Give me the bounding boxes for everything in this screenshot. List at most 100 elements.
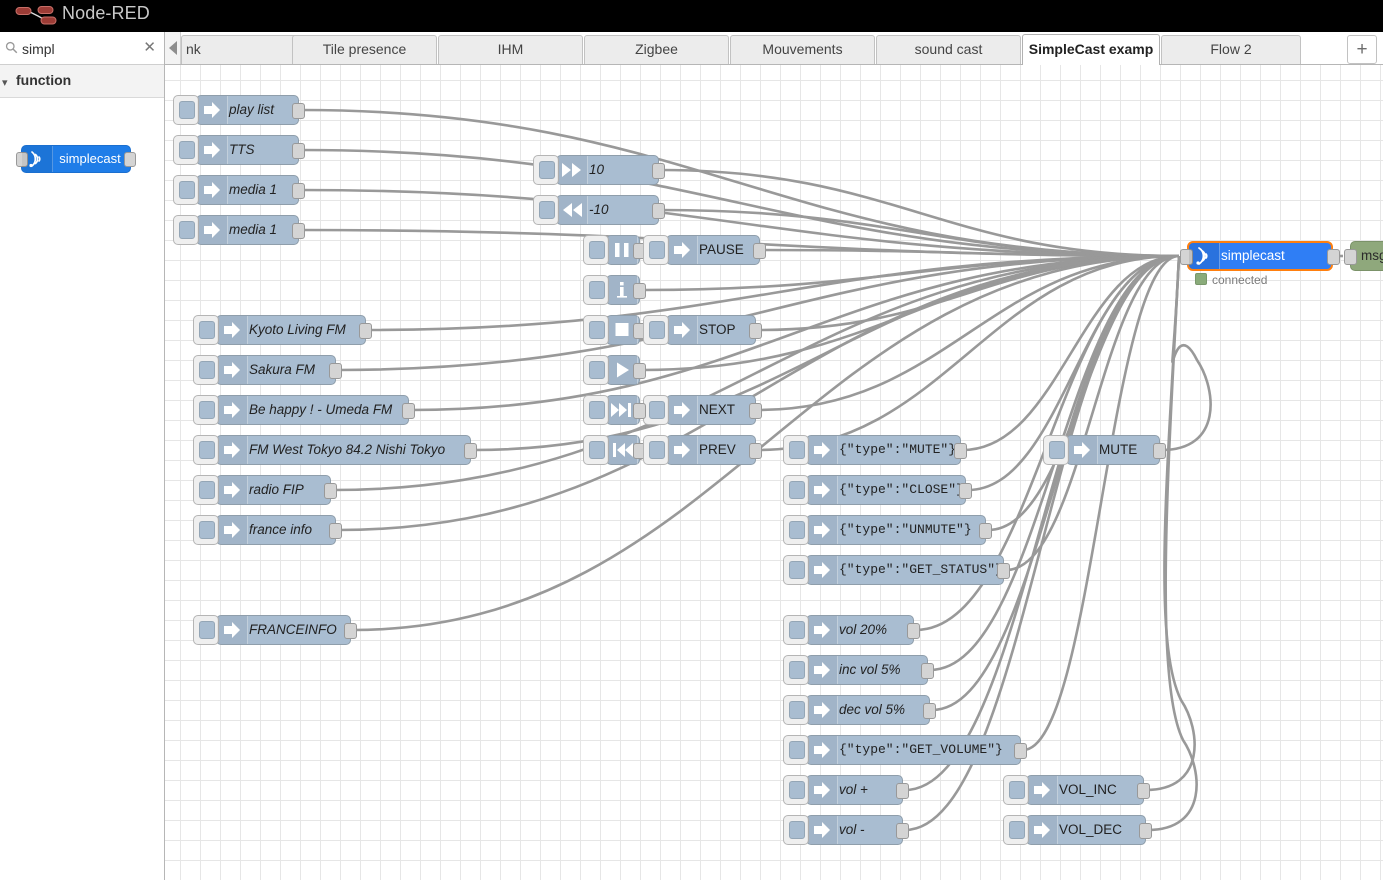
node-output-port[interactable] — [1327, 249, 1340, 265]
inject-trigger-button[interactable] — [193, 475, 219, 505]
node-output-port[interactable] — [997, 563, 1010, 579]
node-inject-radio-fip[interactable]: radio FIP — [193, 475, 337, 505]
node-debug-msg-payload[interactable]: msg.payload — [1344, 241, 1383, 271]
node-output-port[interactable] — [633, 283, 646, 299]
node-output-port[interactable] — [979, 523, 992, 539]
node-output-port[interactable] — [359, 323, 372, 339]
node-output-port[interactable] — [652, 203, 665, 219]
node-inject-vol-20[interactable]: vol 20% — [783, 615, 920, 645]
node-inject-inc-vol-5[interactable]: inc vol 5% — [783, 655, 934, 685]
inject-trigger-button[interactable] — [583, 275, 609, 305]
node-output-port[interactable] — [292, 223, 305, 239]
inject-trigger-button[interactable] — [643, 315, 669, 345]
inject-trigger-button[interactable] — [783, 435, 809, 465]
close-icon[interactable]: ✕ — [143, 39, 156, 57]
inject-trigger-button[interactable] — [1043, 435, 1069, 465]
inject-trigger-button[interactable] — [173, 215, 199, 245]
inject-trigger-button[interactable] — [583, 435, 609, 465]
inject-trigger-button[interactable] — [643, 395, 669, 425]
node-inject-kyoto-living-fm[interactable]: Kyoto Living FM — [193, 315, 372, 345]
inject-trigger-button[interactable] — [533, 155, 559, 185]
inject-trigger-button[interactable] — [193, 515, 219, 545]
node-output-port[interactable] — [324, 483, 337, 499]
inject-trigger-button[interactable] — [583, 235, 609, 265]
inject-trigger-button[interactable] — [1003, 815, 1029, 845]
inject-trigger-button[interactable] — [173, 135, 199, 165]
node-inject-sakura-fm[interactable]: Sakura FM — [193, 355, 342, 385]
inject-trigger-button[interactable] — [783, 515, 809, 545]
node-output-port[interactable] — [292, 183, 305, 199]
flow-tab-zigbee[interactable]: Zigbee — [584, 35, 729, 64]
node-inject-dec-vol-5[interactable]: dec vol 5% — [783, 695, 936, 725]
node-output-port[interactable] — [923, 703, 936, 719]
node-output-port[interactable] — [1137, 783, 1150, 799]
node-inject-tts[interactable]: TTS — [173, 135, 305, 165]
flow-canvas[interactable]: play list TTS media 1 media 1 10 -10 PAUSE Kyot… — [165, 65, 1383, 880]
node-output-port[interactable] — [749, 403, 762, 419]
node-output-port[interactable] — [652, 163, 665, 179]
flow-tab-ihm[interactable]: IHM — [438, 35, 583, 64]
inject-trigger-button[interactable] — [193, 435, 219, 465]
node-inject-media-1[interactable]: media 1 — [173, 175, 305, 205]
inject-trigger-button[interactable] — [533, 195, 559, 225]
node-input-port[interactable] — [1344, 249, 1357, 265]
inject-trigger-button[interactable] — [193, 395, 219, 425]
inject-trigger-button[interactable] — [583, 315, 609, 345]
palette-category-function[interactable]: ▾ function — [0, 65, 164, 98]
node-output-port[interactable] — [633, 403, 646, 419]
node-output-port[interactable] — [402, 403, 415, 419]
search-input[interactable] — [20, 37, 139, 61]
node-inject-be-happy-umeda-fm[interactable]: Be happy ! - Umeda FM — [193, 395, 415, 425]
node-inject-stop[interactable]: STOP — [643, 315, 762, 345]
tab-scroll-left-button[interactable] — [165, 32, 181, 64]
node-output-port[interactable] — [907, 623, 920, 639]
node-output-port[interactable] — [633, 363, 646, 379]
node-inject-prev-track[interactable] — [583, 435, 646, 465]
node-inject-pause[interactable]: PAUSE — [643, 235, 766, 265]
inject-trigger-button[interactable] — [173, 95, 199, 125]
node-inject-fm-west-tokyo-84-2-nishi-tokyo[interactable]: FM West Tokyo 84.2 Nishi Tokyo — [193, 435, 477, 465]
node-inject-play-list[interactable]: play list — [173, 95, 305, 125]
node-output-port[interactable] — [329, 363, 342, 379]
node-inject-mute[interactable]: MUTE — [1043, 435, 1166, 465]
node-inject-vol[interactable]: vol - — [783, 815, 909, 845]
node-inject-vol-inc[interactable]: VOL_INC — [1003, 775, 1150, 805]
node-inject-type-unmute[interactable]: {"type":"UNMUTE"} — [783, 515, 992, 545]
inject-trigger-button[interactable] — [193, 615, 219, 645]
node-output-port[interactable] — [749, 443, 762, 459]
node-inject-info[interactable] — [583, 275, 646, 305]
node-output-port[interactable] — [749, 323, 762, 339]
inject-trigger-button[interactable] — [193, 315, 219, 345]
node-output-port[interactable] — [1014, 743, 1027, 759]
node-inject-prev[interactable]: PREV — [643, 435, 762, 465]
node-output-port[interactable] — [464, 443, 477, 459]
inject-trigger-button[interactable] — [783, 775, 809, 805]
node-output-port[interactable] — [1139, 823, 1152, 839]
node-inject-vol[interactable]: vol + — [783, 775, 909, 805]
node-output-port[interactable] — [1153, 443, 1166, 459]
node-inject-type-get-volume[interactable]: {"type":"GET_VOLUME"} — [783, 735, 1027, 765]
inject-trigger-button[interactable] — [783, 475, 809, 505]
node-output-port[interactable] — [344, 623, 357, 639]
flow-tab-tile-presence[interactable]: Tile presence — [292, 35, 437, 64]
flow-tab-flow-2[interactable]: Flow 2 — [1161, 35, 1301, 64]
flow-tab-simplecast-examp[interactable]: SimpleCast examp — [1022, 34, 1160, 65]
node-output-port[interactable] — [959, 483, 972, 499]
node-output-port[interactable] — [292, 143, 305, 159]
node-inject-media-1[interactable]: media 1 — [173, 215, 305, 245]
node-output-port[interactable] — [896, 823, 909, 839]
node-inject-pause[interactable] — [583, 235, 646, 265]
inject-trigger-button[interactable] — [643, 435, 669, 465]
node-inject-next-track[interactable] — [583, 395, 646, 425]
node-inject-vol-dec[interactable]: VOL_DEC — [1003, 815, 1152, 845]
node-inject-type-mute[interactable]: {"type":"MUTE"} — [783, 435, 967, 465]
inject-trigger-button[interactable] — [583, 395, 609, 425]
node-inject-next[interactable]: NEXT — [643, 395, 762, 425]
node-inject-franceinfo[interactable]: FRANCEINFO — [193, 615, 357, 645]
node-inject-france-info[interactable]: france info — [193, 515, 342, 545]
node-inject-10[interactable]: 10 — [533, 155, 665, 185]
node-output-port[interactable] — [753, 243, 766, 259]
inject-trigger-button[interactable] — [783, 615, 809, 645]
inject-trigger-button[interactable] — [783, 815, 809, 845]
inject-trigger-button[interactable] — [783, 735, 809, 765]
